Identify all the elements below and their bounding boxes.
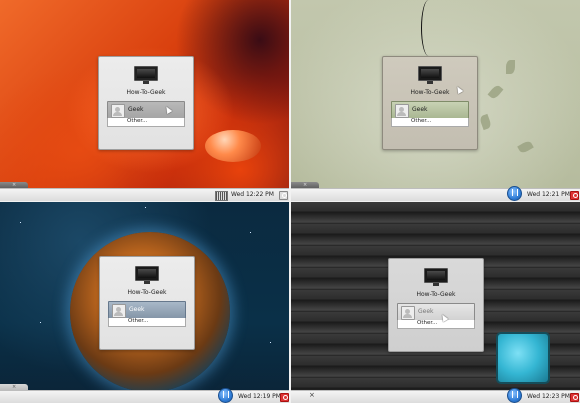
clock-label[interactable]: Wed 12:22 PM [231,191,274,198]
bottom-panel: Wed 12:19 PM [0,388,289,403]
user-geek-item[interactable]: Geek [391,101,469,119]
computer-icon [418,66,442,84]
user-geek-item[interactable]: Geek [397,303,475,321]
login-dialog: How-To-Geek Geek Other... [99,256,195,350]
user-name-label: Geek [128,106,144,113]
bottom-panel: × Wed 12:23 PM [291,388,580,403]
user-geek-item[interactable]: Geek [107,101,185,119]
teal-box-decoration [496,332,550,384]
shutdown-icon[interactable] [570,393,579,402]
user-name-label: Geek [129,306,145,313]
login-dialog: How-To-Geek Geek Other... [382,56,478,150]
computer-icon [424,268,448,286]
other-user-item[interactable]: Other... [108,318,186,327]
login-screen-orange: How-To-Geek Geek Other... × Wed 12:22 PM [0,0,289,201]
user-name-label: Geek [418,308,434,315]
shutdown-icon[interactable] [279,191,288,200]
user-avatar-icon [111,104,125,118]
shutdown-icon[interactable] [280,393,289,402]
bottom-panel: Wed 12:22 PM [0,188,289,201]
hostname-label: How-To-Geek [127,289,167,296]
login-dialog: How-To-Geek Geek Other... [98,56,194,150]
login-screen-earth: How-To-Geek Geek Other... × Wed 12:19 PM [0,202,289,403]
shutdown-icon[interactable] [570,191,579,200]
bottom-panel: Wed 12:21 PM [291,186,580,201]
user-avatar-icon [395,104,409,118]
clock-label[interactable]: Wed 12:19 PM [238,393,281,400]
other-label: Other... [417,320,438,326]
clock-label[interactable]: Wed 12:21 PM [527,191,570,198]
hostname-label: How-To-Geek [416,291,456,298]
vine-decoration [421,0,436,56]
other-label: Other... [127,118,148,124]
leaf-decoration [506,60,515,74]
login-dialog: How-To-Geek Geek Other... [388,258,484,352]
user-name-label: Geek [412,106,428,113]
hostname-label: How-To-Geek [126,89,166,96]
accessibility-icon[interactable] [218,388,233,403]
clock-label[interactable]: Wed 12:23 PM [527,393,570,400]
other-user-item[interactable]: Other... [107,118,185,127]
login-screen-dark: How-To-Geek Geek Other... × Wed 12:23 PM [291,202,580,403]
computer-icon [134,66,158,84]
other-label: Other... [411,118,432,124]
accessibility-icon[interactable] [507,388,522,403]
other-user-item[interactable]: Other... [391,118,469,127]
water-drop-decoration [205,130,261,162]
login-screen-green: How-To-Geek Geek Other... × Wed 12:21 PM [291,0,580,201]
user-avatar-icon [401,306,415,320]
user-avatar-icon [112,304,126,318]
other-user-item[interactable]: Other... [397,320,475,329]
computer-icon [135,266,159,284]
accessibility-icon[interactable] [507,186,522,201]
close-icon[interactable]: × [309,391,315,399]
user-geek-item[interactable]: Geek [108,301,186,319]
other-label: Other... [128,318,149,324]
keyboard-icon[interactable] [215,191,228,201]
